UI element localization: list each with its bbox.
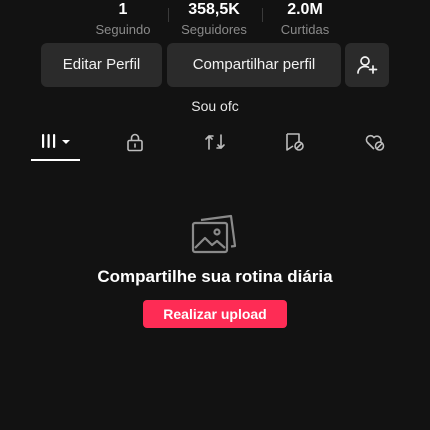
profile-bio: Sou ofc	[191, 98, 239, 114]
share-profile-button[interactable]: Compartilhar perfil	[167, 43, 341, 87]
likes-label: Curtidas	[280, 22, 330, 37]
empty-state-title: Compartilhe sua rotina diária	[97, 267, 333, 286]
person-add-icon	[357, 56, 378, 74]
profile-stats: 1 Seguindo 358,5K Seguidores 2.0M Curtid…	[0, 0, 430, 40]
followers-count: 358,5K	[188, 1, 240, 18]
repost-icon	[205, 134, 225, 150]
upload-button[interactable]: Realizar upload	[143, 300, 287, 328]
add-friend-button[interactable]	[345, 43, 389, 87]
followers-stat[interactable]: 358,5K Seguidores	[164, 0, 264, 38]
following-count: 1	[118, 1, 128, 18]
grid-icon	[42, 134, 70, 148]
following-stat[interactable]: 1 Seguindo	[73, 0, 173, 38]
tab-videos[interactable]	[26, 126, 86, 160]
profile-tabs	[0, 126, 430, 162]
heart-hidden-icon	[365, 134, 385, 151]
likes-count: 2.0M	[287, 1, 323, 18]
following-label: Seguindo	[95, 22, 151, 37]
profile-screen: 1 Seguindo 358,5K Seguidores 2.0M Curtid…	[0, 0, 430, 430]
bookmark-icon	[286, 133, 304, 151]
active-tab-indicator	[31, 159, 80, 161]
tab-favorites[interactable]	[264, 126, 324, 160]
image-placeholder-icon	[191, 214, 237, 254]
edit-profile-button[interactable]: Editar Perfil	[41, 43, 162, 87]
likes-stat[interactable]: 2.0M Curtidas	[255, 0, 355, 38]
followers-label: Seguidores	[181, 22, 247, 37]
lock-icon	[127, 133, 143, 152]
tab-liked[interactable]	[344, 126, 404, 160]
tab-reposts[interactable]	[184, 126, 244, 160]
tab-private[interactable]	[105, 126, 165, 160]
